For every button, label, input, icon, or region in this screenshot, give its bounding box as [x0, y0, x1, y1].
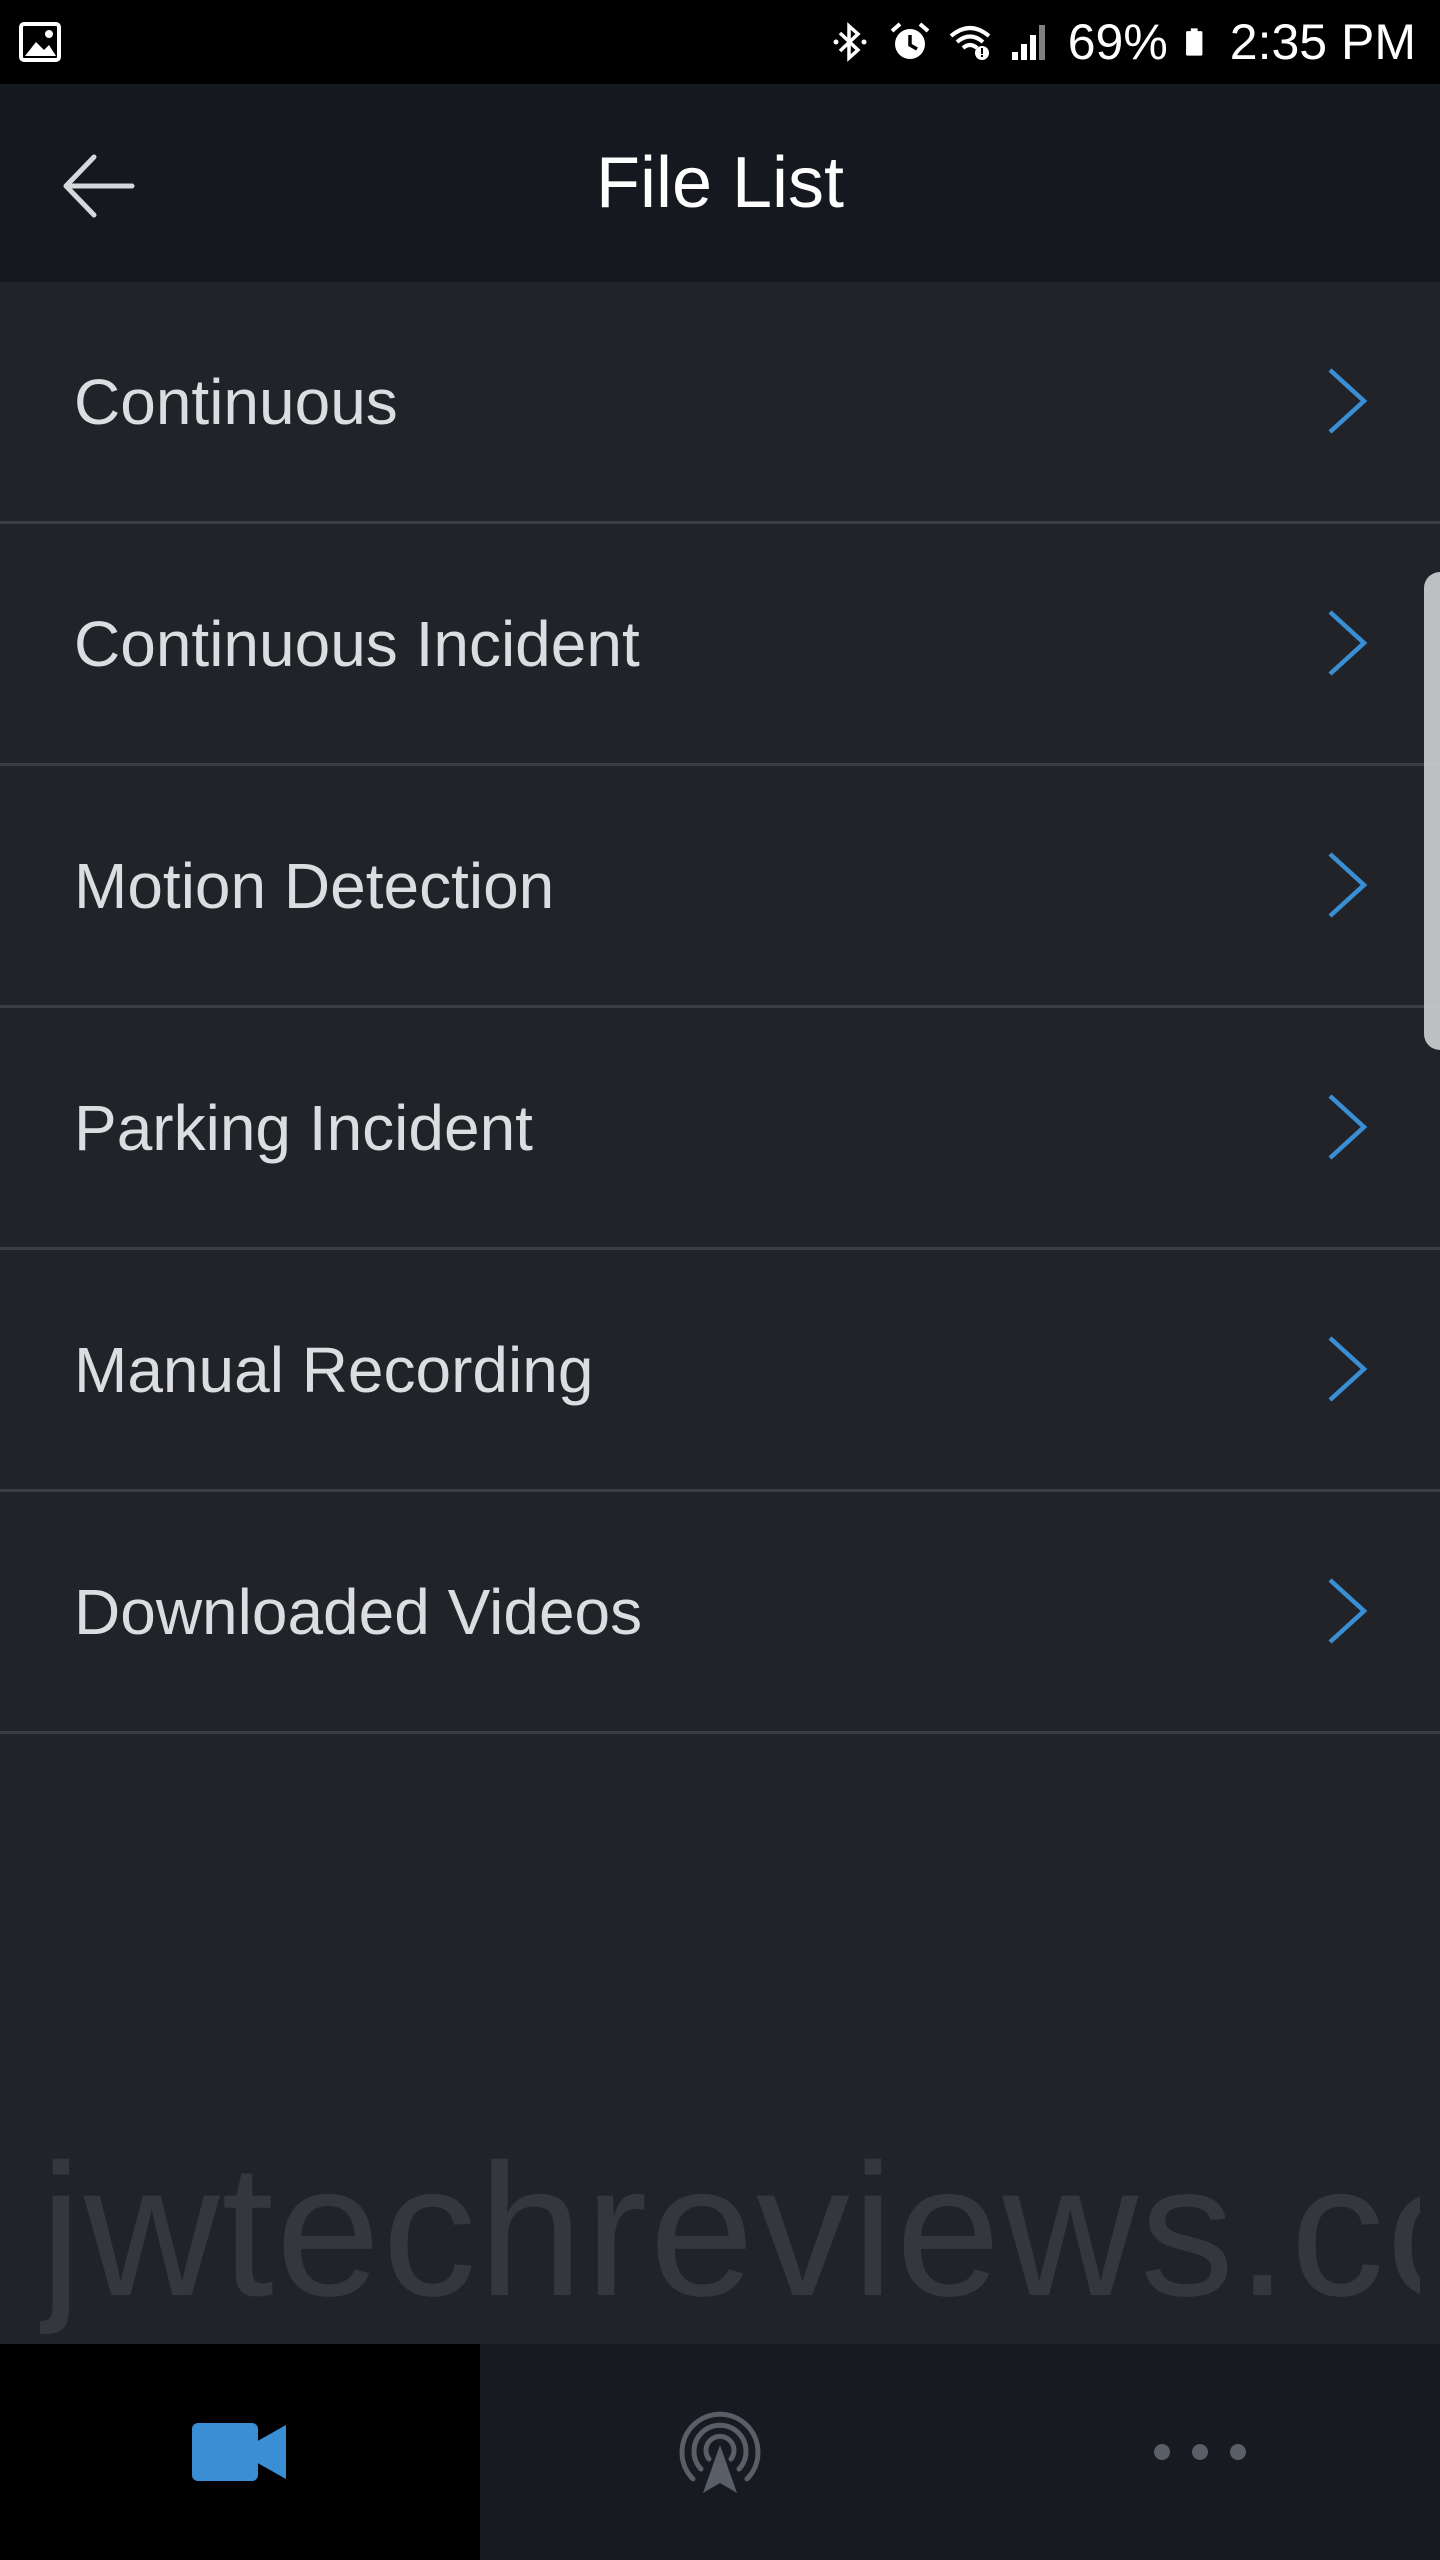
page-title: File List — [595, 143, 845, 223]
clock: 2:35 PM — [1229, 14, 1416, 70]
broadcast-location-icon — [679, 2411, 761, 2493]
chevron-right-icon — [1328, 1336, 1368, 1402]
file-list: Continuous Continuous Incident Motion De… — [0, 282, 1440, 1734]
chevron-right-icon — [1328, 852, 1368, 918]
chevron-right-icon — [1328, 1094, 1368, 1160]
list-item-label: Downloaded Videos — [74, 1576, 643, 1648]
list-item-continuous[interactable]: Continuous — [0, 282, 1440, 524]
list-item-label: Manual Recording — [74, 1334, 594, 1406]
battery-percent: 69% — [1067, 14, 1168, 70]
wifi-icon — [949, 26, 990, 60]
more-icon — [1154, 2444, 1246, 2460]
status-bar: 69% 2:35 PM — [0, 0, 1440, 84]
list-item-downloaded-videos[interactable]: Downloaded Videos — [0, 1492, 1440, 1734]
list-item-label: Continuous Incident — [74, 608, 640, 680]
image-icon — [19, 22, 61, 62]
list-item-label: Continuous — [74, 366, 398, 438]
signal-icon — [1011, 25, 1045, 60]
bottom-tab-bar — [0, 2344, 1440, 2560]
battery-icon — [1185, 28, 1203, 56]
chevron-right-icon — [1328, 368, 1368, 434]
tab-broadcast[interactable] — [480, 2344, 960, 2560]
list-item-motion-detection[interactable]: Motion Detection — [0, 766, 1440, 1008]
list-item-label: Parking Incident — [74, 1092, 533, 1164]
list-item-continuous-incident[interactable]: Continuous Incident — [0, 524, 1440, 766]
chevron-right-icon — [1328, 610, 1368, 676]
chevron-right-icon — [1328, 1578, 1368, 1644]
video-camera-icon — [192, 2423, 286, 2481]
alarm-icon — [890, 22, 930, 59]
list-item-manual-recording[interactable]: Manual Recording — [0, 1250, 1440, 1492]
watermark: jwtechreviews.com — [40, 2125, 1420, 2335]
list-item-parking-incident[interactable]: Parking Incident — [0, 1008, 1440, 1250]
tab-camera[interactable] — [0, 2344, 480, 2560]
app-header: File List — [0, 84, 1440, 282]
bluetooth-icon — [833, 22, 867, 62]
scrollbar-thumb[interactable] — [1424, 572, 1440, 1050]
list-item-label: Motion Detection — [74, 850, 555, 922]
tab-more[interactable] — [960, 2344, 1440, 2560]
